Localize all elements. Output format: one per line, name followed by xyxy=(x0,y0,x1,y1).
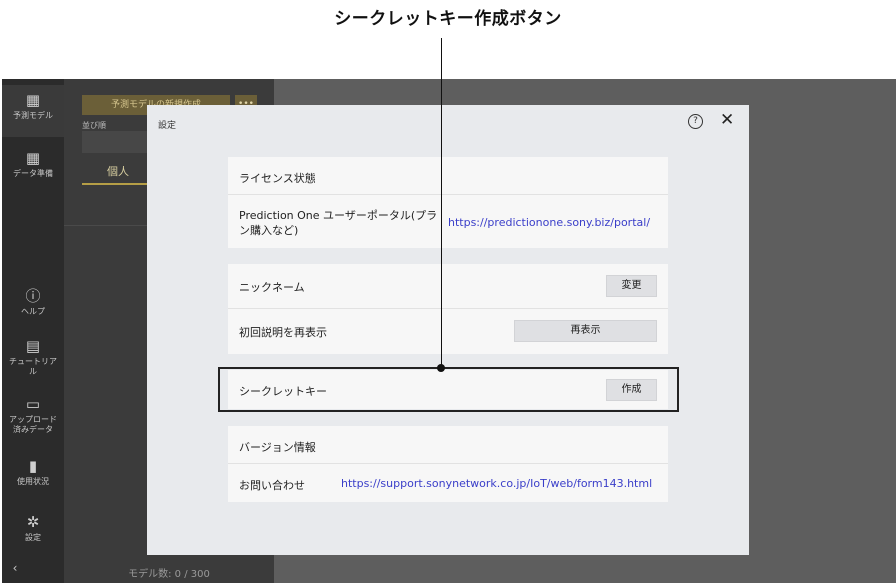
gear-icon: ✲ xyxy=(26,513,40,531)
chevron-left-icon[interactable]: ‹ xyxy=(2,562,46,574)
sidebar-item-label: 使用状況 xyxy=(17,477,49,486)
data-prep-icon: ▦ xyxy=(25,149,41,167)
change-nickname-button[interactable]: 変更 xyxy=(606,275,657,297)
sidebar-item-label: 予測モデル xyxy=(13,111,53,120)
nickname-row: ニックネーム 変更 xyxy=(228,264,668,309)
info-card: バージョン情報 お問い合わせ https://support.sonynetwo… xyxy=(228,426,668,502)
dialog-title: 設定 xyxy=(158,121,177,131)
contact-label: お問い合わせ xyxy=(239,479,305,492)
sidebar-item-tutorial[interactable]: ▤ チュートリアル xyxy=(2,337,64,377)
sort-label: 並び順 xyxy=(82,121,106,130)
nickname-label: ニックネーム xyxy=(239,281,305,294)
model-count: モデル数: 0 / 300 xyxy=(128,569,210,580)
annotation-pointer-dot xyxy=(437,364,445,372)
version-label: バージョン情報 xyxy=(239,441,316,454)
help-icon[interactable]: ? xyxy=(688,114,703,129)
sidebar-item-uploaded-data[interactable]: ▭ アップロード済みデータ xyxy=(2,395,64,435)
tutorial-icon: ▤ xyxy=(25,337,41,355)
profile-card: ニックネーム 変更 初回説明を再表示 再表示 xyxy=(228,264,668,354)
sidebar-item-settings[interactable]: ✲ 設定 xyxy=(2,513,64,543)
sidebar-item-label: アップロード済みデータ xyxy=(9,415,57,434)
intro-label: 初回説明を再表示 xyxy=(239,326,327,339)
sidebar-item-model[interactable]: ▦ 予測モデル xyxy=(2,85,64,137)
folder-icon: ▭ xyxy=(25,395,41,413)
sidebar: ▦ 予測モデル ▦ データ準備 ⓘ ヘルプ ▤ チュートリアル ▭ アップロード… xyxy=(2,79,64,583)
license-status-label: ライセンス状態 xyxy=(239,172,316,185)
redisplay-intro-button[interactable]: 再表示 xyxy=(514,320,657,342)
annotation-title: シークレットキー作成ボタン xyxy=(334,9,562,29)
sidebar-item-usage[interactable]: ▮ 使用状況 xyxy=(2,457,64,487)
intro-row: 初回説明を再表示 再表示 xyxy=(228,309,668,354)
sidebar-item-label: 設定 xyxy=(25,533,41,542)
portal-row: Prediction One ユーザーポータル(プラン購入など) https:/… xyxy=(228,195,668,248)
annotation-highlight-box xyxy=(218,367,679,412)
sidebar-item-label: チュートリアル xyxy=(9,357,57,376)
tab-personal[interactable]: 個人 xyxy=(82,163,154,185)
help-icon: ⓘ xyxy=(25,287,41,305)
model-icon: ▦ xyxy=(25,91,41,109)
sidebar-item-data-prep[interactable]: ▦ データ準備 xyxy=(2,149,64,179)
usage-chart-icon: ▮ xyxy=(28,457,38,475)
close-icon[interactable]: ✕ xyxy=(720,110,734,130)
license-card: ライセンス状態 Prediction One ユーザーポータル(プラン購入など)… xyxy=(228,157,668,248)
sidebar-item-label: ヘルプ xyxy=(21,307,45,316)
sidebar-item-help[interactable]: ⓘ ヘルプ xyxy=(2,287,64,317)
version-row: バージョン情報 xyxy=(228,426,668,464)
contact-row: お問い合わせ https://support.sonynetwork.co.jp… xyxy=(228,464,668,502)
license-status-row: ライセンス状態 xyxy=(228,157,668,195)
sidebar-item-label: データ準備 xyxy=(13,169,53,178)
contact-link[interactable]: https://support.sonynetwork.co.jp/IoT/we… xyxy=(341,477,652,490)
portal-label: Prediction One ユーザーポータル(プラン購入など) xyxy=(239,209,438,237)
settings-dialog: 設定 ? ✕ ライセンス状態 Prediction One ユーザーポータル(プ… xyxy=(147,105,749,555)
annotation-pointer-line xyxy=(441,38,442,368)
portal-link[interactable]: https://predictionone.sony.biz/portal/ xyxy=(448,216,650,229)
